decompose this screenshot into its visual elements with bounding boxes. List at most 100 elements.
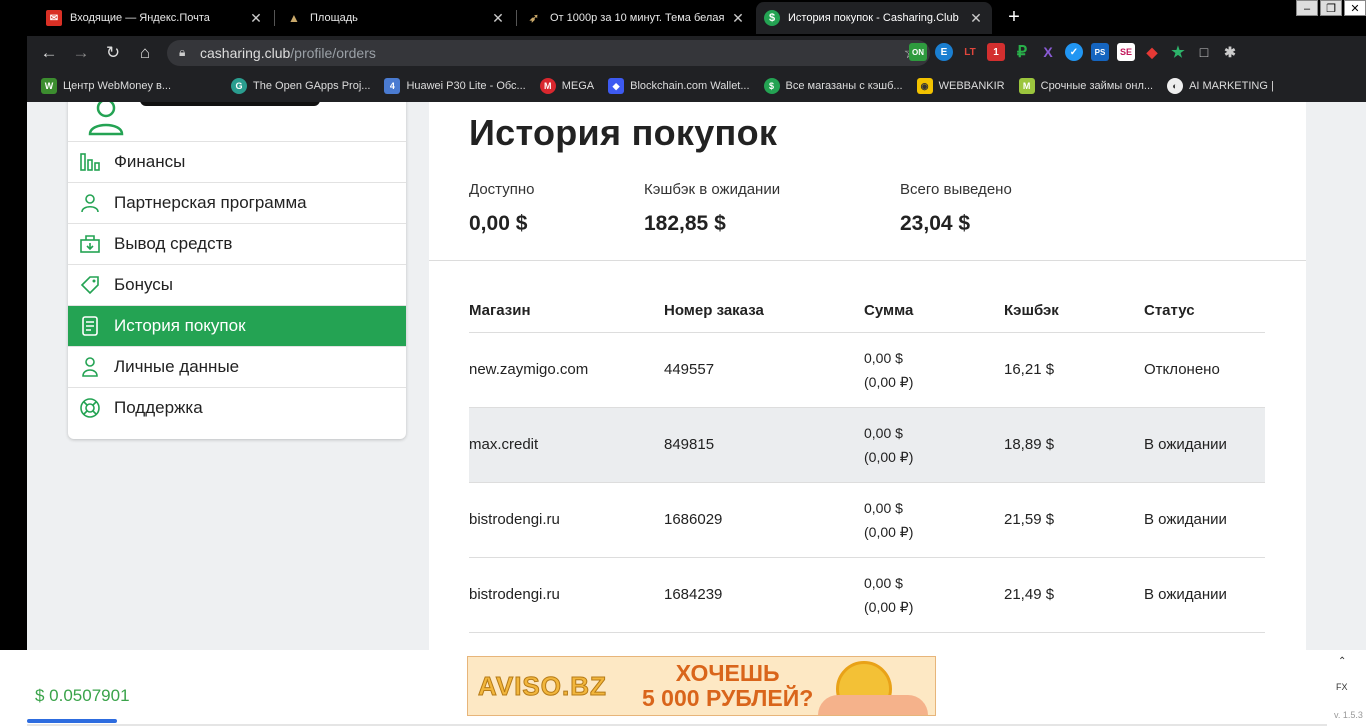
version-label: v. 1.5.3 [1334, 710, 1363, 720]
main-content: История покупок Доступно 0,00 $ Кэшбэк в… [429, 102, 1306, 650]
extension-badge-icon[interactable]: 1 [987, 43, 1005, 61]
sidebar-item-personal-data[interactable]: Личные данные [68, 346, 406, 387]
tab-mail[interactable]: ✉ Входящие — Яндекс.Почта ✕ [38, 2, 272, 34]
sum-usd: 0,00 $ [864, 424, 903, 441]
ad-banner[interactable]: AVISO.BZ ХОЧЕШЬ 5 000 РУБЛЕЙ? [467, 656, 936, 716]
lifebuoy-icon [78, 396, 102, 420]
pyramid-icon: ▲ [288, 11, 300, 25]
bookmark-ai-marketing[interactable]: ◐ AI MARKETING | [1167, 78, 1274, 94]
sidebar-item-label: Поддержка [114, 398, 203, 417]
sum-usd: 0,00 $ [864, 349, 903, 366]
sidebar-item-purchase-history[interactable]: История покупок [68, 305, 406, 346]
forward-icon[interactable]: → [71, 43, 91, 63]
bookmark-opengapps[interactable]: G The Open GApps Proj... [231, 78, 370, 94]
chevron-up-icon[interactable]: ⌃ [1338, 656, 1346, 667]
bookmark-cashback-shops[interactable]: $ Все магазаны с кэшб... [763, 78, 903, 94]
back-icon[interactable]: ← [39, 43, 59, 63]
avatar-icon [88, 102, 124, 136]
extension-se-icon[interactable]: SE [1117, 43, 1135, 61]
ai-marketing-icon: ◐ [1167, 78, 1184, 94]
browser-toolbar: ← → ↻ ⌂ 🔒︎ casharing.club/profile/orders… [27, 36, 1366, 70]
sidebar-item-partner[interactable]: Партнерская программа [68, 182, 406, 223]
sidebar-item-withdraw[interactable]: Вывод средств [68, 223, 406, 264]
extension-on-icon[interactable]: ON [909, 43, 927, 61]
progress-track [27, 724, 1327, 726]
bar-chart-icon [78, 150, 102, 174]
sidebar-item-label: Личные данные [114, 357, 240, 376]
orders-table: Магазин Номер заказа Сумма Кэшбэк Статус… [469, 290, 1265, 633]
minimize-icon[interactable]: – [1296, 0, 1318, 16]
loans-icon: M [1018, 78, 1035, 94]
extension-box-icon[interactable]: □ [1195, 43, 1213, 61]
extension-x-icon[interactable]: X [1039, 43, 1057, 61]
sum-usd: 0,00 $ [864, 574, 903, 591]
stat-value: 23,04 $ [900, 212, 971, 235]
tab-separator [274, 10, 275, 26]
stat-value: 0,00 $ [469, 212, 528, 235]
bookmark-label: Huawei P30 Lite - Обс... [406, 80, 526, 92]
bookmark-blockchain[interactable]: ◆ Blockchain.com Wallet... [608, 78, 750, 94]
column-header-shop: Магазин [469, 290, 664, 333]
bookmark-label: The Open GApps Proj... [253, 80, 371, 92]
webmoney-icon: W [41, 78, 57, 94]
bookmark-mega[interactable]: M MEGA [539, 78, 594, 94]
extension-lt-icon[interactable]: LT [961, 43, 979, 61]
bookmark-webmoney[interactable]: W Центр WebMoney в... [41, 78, 171, 94]
bookmark-label: Все магазаны с кэшб... [785, 80, 903, 92]
puzzle-icon[interactable]: ✱ [1221, 43, 1239, 61]
dollar-icon: $ [763, 78, 780, 94]
screen: ✉ Входящие — Яндекс.Почта ✕ ▲ Площадь ✕ … [0, 0, 1366, 728]
close-icon[interactable]: ✕ [968, 10, 984, 27]
column-header-order: Номер заказа [664, 290, 864, 333]
cell-order: 1686029 [664, 482, 864, 558]
opengapps-icon: G [231, 78, 248, 94]
address-bar[interactable]: 🔒︎ casharing.club/profile/orders ☆ [167, 40, 930, 66]
extension-check-icon[interactable]: ✓ [1065, 43, 1083, 61]
banner-line-1: ХОЧЕШЬ [675, 660, 780, 686]
reload-icon[interactable]: ↻ [103, 43, 123, 63]
column-header-cashback: Кэшбэк [1004, 290, 1144, 333]
restore-icon[interactable]: ❐ [1320, 0, 1342, 16]
cell-order: 449557 [664, 332, 864, 408]
wallet-icon [78, 232, 102, 256]
extension-star-icon[interactable]: ★ [1169, 43, 1187, 61]
username-redacted [140, 102, 320, 106]
tab-title: Площадь [310, 12, 358, 24]
column-header-sum: Сумма [864, 290, 1004, 333]
close-icon[interactable]: ✕ [248, 10, 264, 27]
home-icon[interactable]: ⌂ [135, 43, 155, 63]
tag-icon [78, 273, 102, 297]
sidebar-item-label: История покупок [114, 316, 246, 335]
extension-e-icon[interactable]: E [935, 43, 953, 61]
banner-text: ХОЧЕШЬ 5 000 РУБЛЕЙ? [642, 661, 813, 711]
close-window-icon[interactable]: ✕ [1344, 0, 1366, 16]
column-header-status: Статус [1144, 290, 1265, 333]
sidebar-item-bonuses[interactable]: Бонусы [68, 264, 406, 305]
bookmark-huawei[interactable]: 4 Huawei P30 Lite - Обс... [384, 78, 526, 94]
users-icon [78, 191, 102, 215]
cell-cashback: 18,89 $ [1004, 407, 1144, 483]
window-controls: – ❐ ✕ [1294, 0, 1366, 16]
mega-icon: M [539, 78, 556, 94]
tab-offer[interactable]: ➶ От 1000р за 10 минут. Тема белая ✕ [518, 2, 754, 34]
cell-status: В ожидании [1144, 482, 1265, 558]
screen-edge [0, 36, 27, 650]
extension-cube-icon[interactable]: ◆ [1143, 43, 1161, 61]
sidebar-item-finance[interactable]: Финансы [68, 141, 406, 182]
bookmark-webbankir[interactable]: ◉ WEBBANKIR [916, 78, 1005, 94]
mail-icon: ✉ [46, 10, 62, 26]
webbankir-icon: ◉ [916, 78, 933, 94]
4pda-icon: 4 [384, 78, 401, 94]
close-icon[interactable]: ✕ [490, 10, 506, 27]
extension-ps-icon[interactable]: PS [1091, 43, 1109, 61]
close-icon[interactable]: ✕ [730, 10, 746, 27]
bookmark-loans[interactable]: M Срочные займы онл... [1018, 78, 1153, 94]
sidebar-item-support[interactable]: Поддержка [68, 387, 406, 428]
url-host: casharing.club [200, 45, 291, 61]
extension-ruble-icon[interactable]: ₽ [1013, 43, 1031, 61]
tab-area[interactable]: ▲ Площадь ✕ [278, 2, 514, 34]
sum-rub: (0,00 ₽) [864, 523, 914, 540]
new-tab-button[interactable]: + [1004, 6, 1024, 29]
lock-icon: 🔒︎ [179, 45, 186, 59]
tab-casharing[interactable]: $ История покупок - Casharing.Club ✕ [756, 2, 992, 34]
